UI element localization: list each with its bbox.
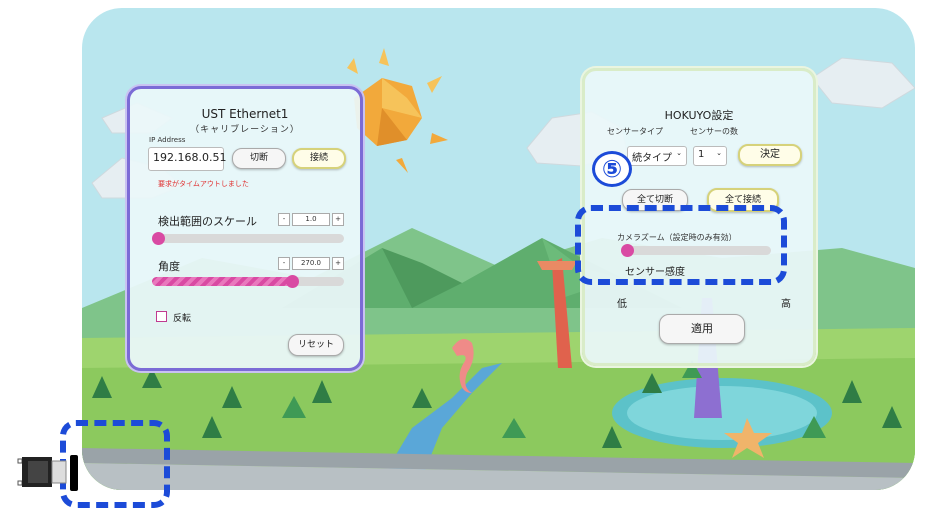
panel-title: UST Ethernet1: [201, 107, 289, 121]
calibration-panel: UST Ethernet1 （キャリブレーション） IP Address 192…: [127, 86, 363, 371]
angle-minus-button[interactable]: -: [278, 257, 290, 270]
invert-label: 反転: [173, 314, 192, 324]
sensor-count-value: 1: [698, 149, 705, 160]
scale-value[interactable]: 1.0: [292, 213, 330, 226]
scale-stepper: - 1.0 +: [278, 213, 344, 226]
decide-button[interactable]: 決定: [738, 144, 802, 166]
apply-button[interactable]: 適用: [659, 314, 745, 344]
angle-label: 角度: [158, 260, 180, 273]
scale-plus-button[interactable]: +: [332, 213, 344, 226]
sensitivity-low-label: 低: [617, 299, 627, 310]
sensitivity-high-label: 高: [781, 299, 791, 310]
angle-slider-fill: [152, 277, 294, 286]
usb-plug-icon: [17, 455, 78, 491]
angle-value[interactable]: 270.0: [292, 257, 330, 270]
sensor-count-select[interactable]: 1 ⌄: [693, 146, 727, 166]
ip-address-input[interactable]: 192.168.0.51: [148, 147, 226, 171]
reset-button[interactable]: リセット: [288, 334, 344, 356]
ip-address-label: IP Address: [149, 136, 186, 144]
panel-subtitle: （キャリブレーション）: [190, 125, 300, 135]
angle-stepper: - 270.0 +: [278, 257, 344, 270]
scale-label: 検出範囲のスケール: [158, 215, 257, 228]
connect-button[interactable]: 接続: [292, 148, 346, 169]
disconnect-button[interactable]: 切断: [232, 148, 286, 169]
highlight-camera-zoom: [575, 205, 787, 285]
scale-slider[interactable]: [152, 232, 344, 245]
step-number-badge: ⑤: [592, 151, 632, 187]
sensor-type-label: センサータイプ: [607, 127, 663, 136]
panel-title: HOKUYO設定: [664, 109, 734, 122]
angle-plus-button[interactable]: +: [332, 257, 344, 270]
game-scene: UST Ethernet1 （キャリブレーション） IP Address 192…: [82, 8, 915, 490]
angle-slider-handle[interactable]: [286, 275, 300, 288]
angle-slider[interactable]: [152, 275, 344, 288]
error-message: 要求がタイムアウトしました: [158, 180, 249, 188]
scale-minus-button[interactable]: -: [278, 213, 290, 226]
sensor-type-select[interactable]: 続タイプ ⌄: [627, 146, 687, 166]
chevron-down-icon: ⌄: [716, 149, 722, 157]
chevron-down-icon: ⌄: [676, 149, 682, 157]
sensor-count-label: センサーの数: [690, 127, 738, 136]
scale-slider-handle[interactable]: [152, 232, 165, 245]
sensor-type-value: 続タイプ: [632, 153, 672, 164]
invert-checkbox[interactable]: [156, 311, 167, 322]
